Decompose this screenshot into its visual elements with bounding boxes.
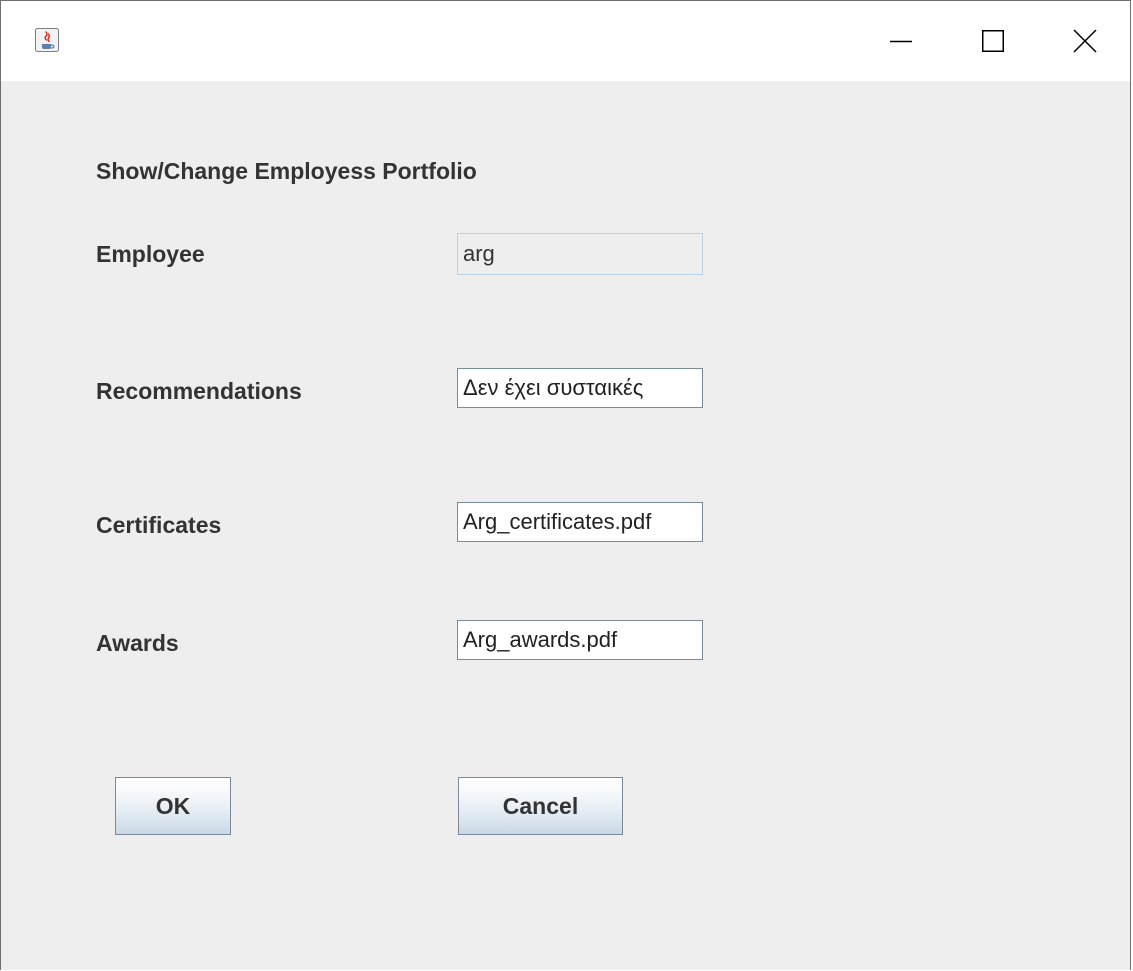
recommendations-label: Recommendations <box>96 378 302 404</box>
cancel-button[interactable]: Cancel <box>458 777 623 835</box>
awards-field[interactable] <box>457 620 703 660</box>
awards-label: Awards <box>96 630 179 656</box>
dialog-window: Show/Change Employess Portfolio Employee… <box>0 0 1131 970</box>
close-icon <box>1073 29 1097 53</box>
close-button[interactable] <box>1039 1 1130 81</box>
dialog-content: Show/Change Employess Portfolio Employee… <box>1 81 1130 970</box>
certificates-label: Certificates <box>96 512 222 538</box>
minimize-button[interactable] <box>855 1 947 81</box>
employee-label: Employee <box>96 241 205 267</box>
java-cup-icon[interactable] <box>35 28 59 52</box>
form-heading: Show/Change Employess Portfolio <box>96 158 477 184</box>
minimize-icon <box>890 40 912 43</box>
certificates-field[interactable] <box>457 502 703 542</box>
maximize-icon <box>982 30 1004 52</box>
employee-field <box>457 233 703 275</box>
title-bar[interactable] <box>1 1 1130 81</box>
maximize-button[interactable] <box>947 1 1039 81</box>
ok-button[interactable]: OK <box>115 777 231 835</box>
recommendations-field[interactable] <box>457 368 703 408</box>
